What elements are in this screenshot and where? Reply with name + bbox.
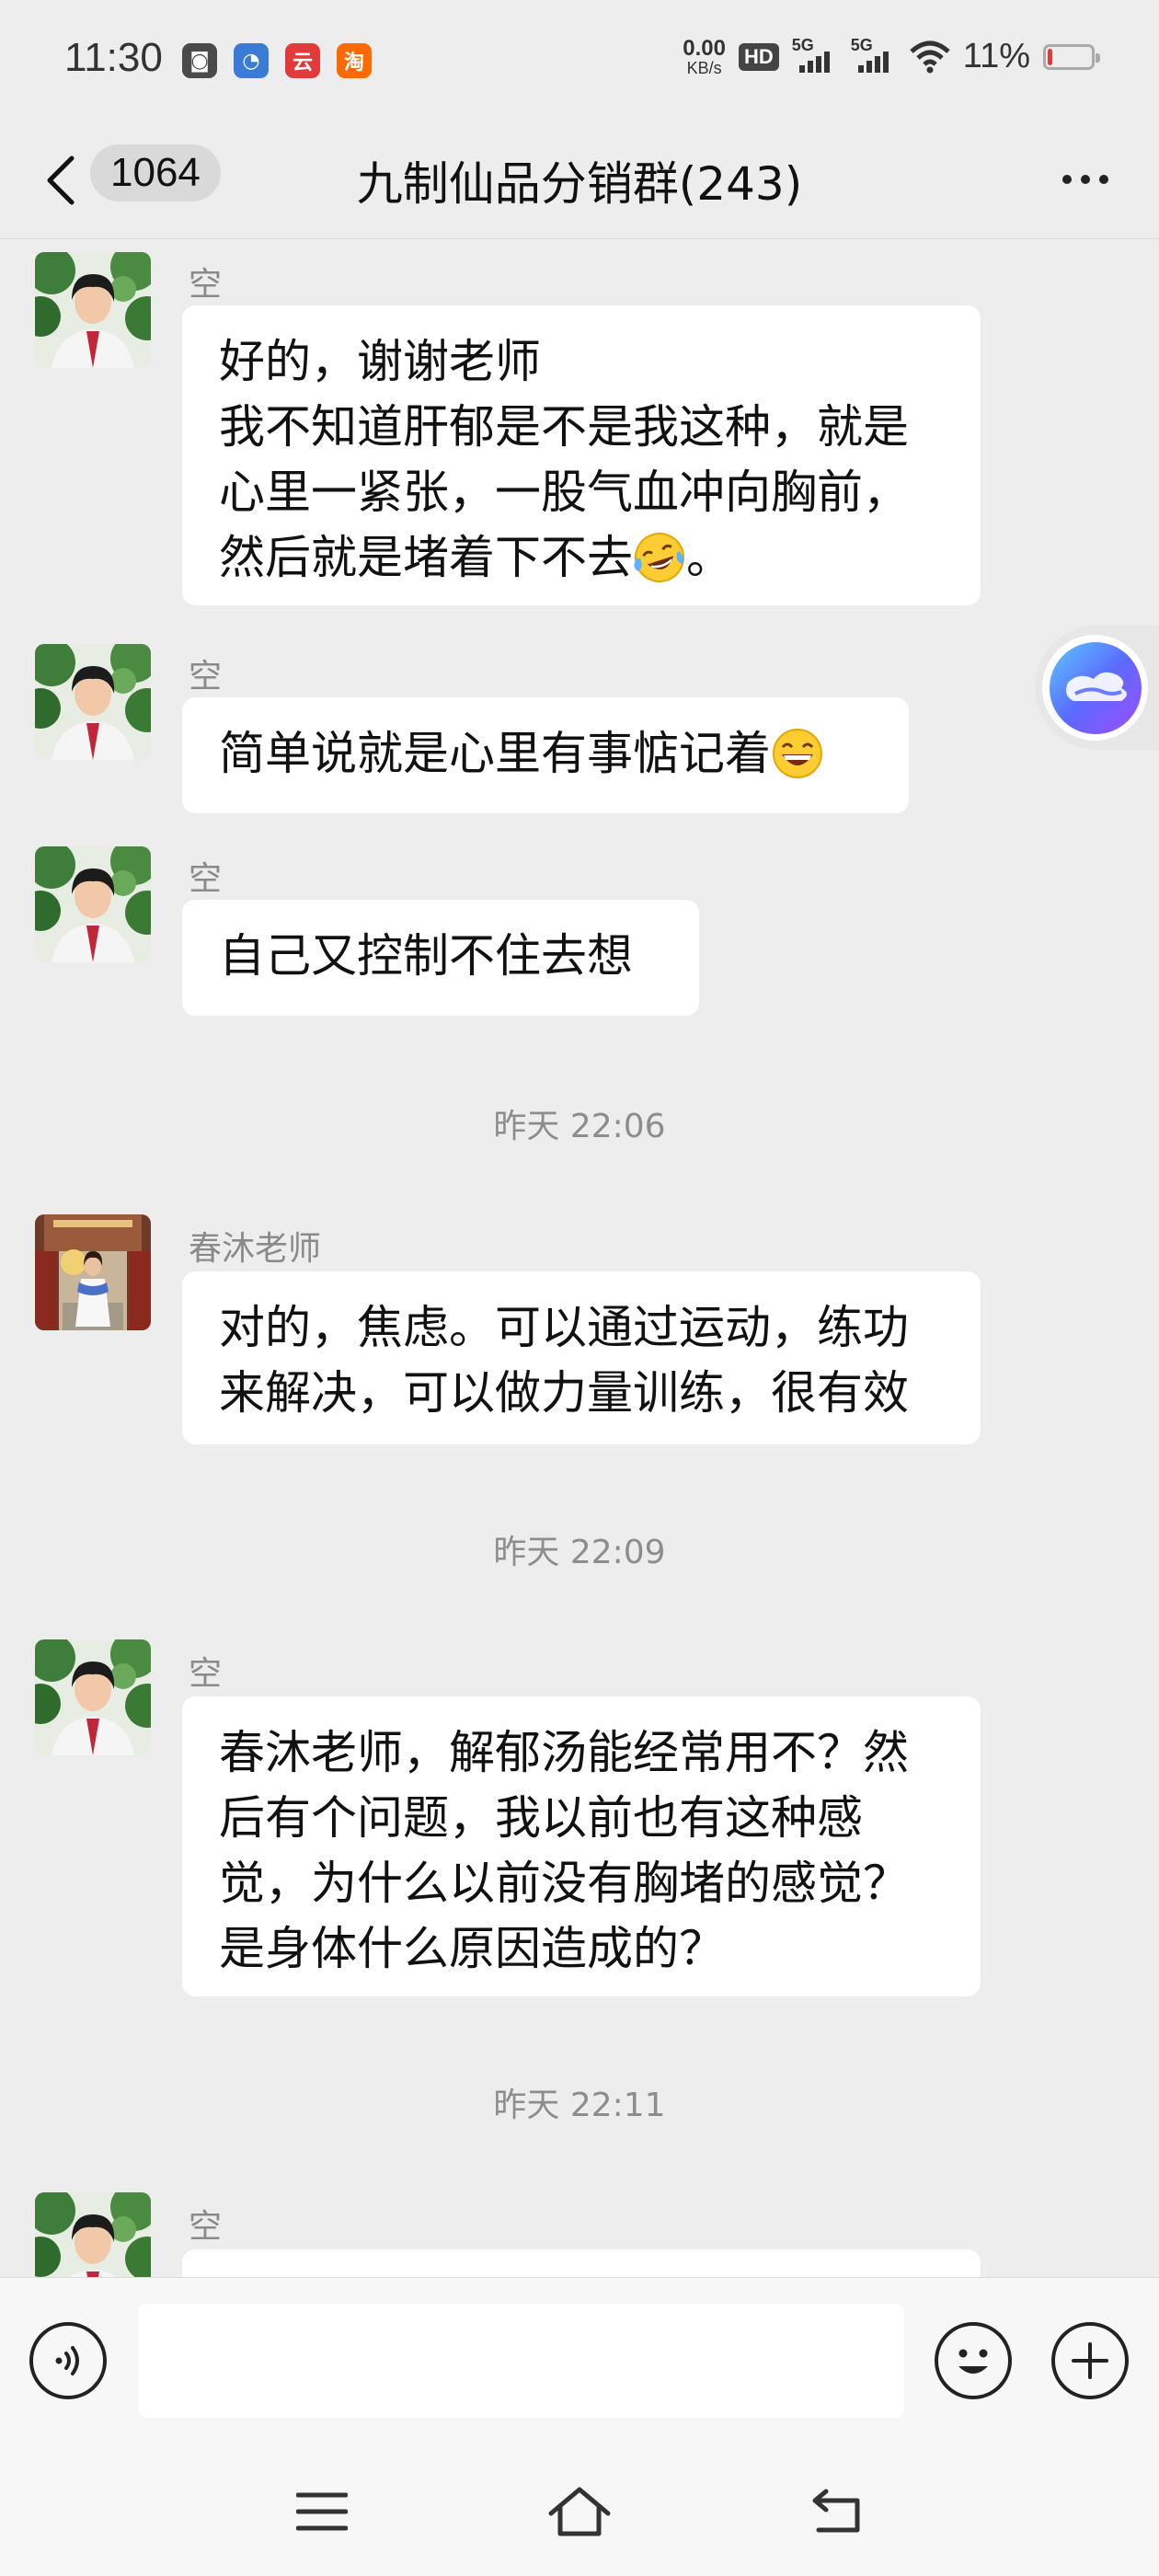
nav-menu-button[interactable] [285, 2479, 359, 2544]
battery-icon [1043, 43, 1100, 70]
user-avatar-image [35, 2192, 151, 2277]
message-bubble[interactable]: 自己又控制不住去想 [182, 900, 699, 1016]
message-text-line: 来解决，可以做力量训练，很有效 [219, 1361, 944, 1426]
home-icon [548, 2487, 611, 2536]
sender-name: 空 [189, 1655, 223, 1693]
teacher-avatar-image [35, 1214, 151, 1330]
status-time: 11:30 [64, 35, 163, 80]
message-text-line: 对的，焦虑。可以通过运动，练功 [219, 1295, 944, 1361]
message-text: 后有个问题，我以前也有这种感 [219, 1791, 863, 1845]
message-text: 对的，焦虑。可以通过运动，练功 [219, 1301, 909, 1354]
sender-avatar[interactable] [35, 1214, 151, 1330]
user-avatar-image [35, 252, 151, 368]
battery-percent: 11% [962, 37, 1030, 75]
system-nav-bar [0, 2443, 1159, 2576]
message-bubble[interactable]: 对的，焦虑。可以通过运动，练功 来解决，可以做力量训练，很有效 [182, 1271, 981, 1444]
network-speed: 0.00 KB/s [683, 35, 726, 77]
message-text: 然后就是堵着下不去 [219, 531, 633, 584]
wifi-icon [910, 40, 950, 73]
message-text: 简单说就是心里有事惦记着 [219, 727, 771, 780]
user-avatar-image [35, 644, 151, 760]
sender-name: 空 [189, 266, 223, 304]
status-app-icons: ◙ ◔ 云淘 [182, 43, 372, 78]
floating-assistant-button[interactable] [1035, 626, 1159, 750]
message-text-line: 是身体什么原因造成的？ [219, 1916, 944, 1982]
status-bar: 11:30 ◙ ◔ 云淘 0.00 KB/s HD 5G 5G 11% [0, 0, 1159, 120]
plus-button[interactable] [1051, 2322, 1129, 2399]
signal-label: 5G [791, 35, 814, 54]
message-text: 心里一紧张，一股气血冲向胸前， [219, 466, 909, 519]
nav-back-button[interactable] [800, 2479, 874, 2544]
message-text-line: 心里一紧张，一股气血冲向胸前， [219, 460, 944, 525]
timestamp-divider: 昨天 22:09 [493, 1534, 666, 1571]
sender-name: 空 [189, 658, 223, 696]
message-list[interactable]: 空好的，谢谢老师 我不知道肝郁是不是我这种，就是 心里一紧张，一股气血冲向胸前， 然后… [0, 239, 1159, 2277]
message-text: 我不知道肝郁是不是我这种，就是 [219, 400, 909, 454]
message-text-line: 我不知道肝郁是不是我这种，就是 [219, 395, 944, 460]
message-text: 来解决，可以做力量训练，很有效 [219, 1366, 909, 1420]
sender-avatar[interactable] [35, 846, 151, 962]
network-speed-unit: KB/s [686, 58, 722, 77]
sender-name: 空 [189, 2208, 223, 2246]
chat-header: 1064 九制仙品分销群(243) [0, 120, 1159, 239]
timestamp-divider: 昨天 22:11 [493, 2087, 666, 2124]
message-text-line: 好的，谢谢老师 [219, 329, 944, 395]
menu-icon [296, 2492, 348, 2531]
signal-label: 5G [850, 35, 873, 54]
emoji-button[interactable] [935, 2322, 1012, 2399]
message-text-line: 自己又控制不住去想 [219, 924, 662, 989]
message-text-line: 简单说就是心里有事惦记着 [219, 721, 872, 787]
chat-title: 九制仙品分销群(243) [356, 157, 803, 211]
sender-avatar[interactable] [35, 1639, 151, 1755]
taobao-app-icon: 淘 [337, 43, 372, 78]
message-text: 是身体什么原因造成的？ [219, 1922, 725, 1975]
sender-avatar[interactable] [35, 252, 151, 368]
user-avatar-image [35, 1639, 151, 1755]
status-indicators: 0.00 KB/s HD 5G 5G 11% [683, 35, 1100, 77]
voice-icon [55, 2346, 79, 2375]
message-text: 自己又控制不住去想 [219, 929, 633, 983]
battery-fill [1048, 48, 1052, 65]
message-text-line: 春沐老师，解郁汤能经常用不？然 [219, 1720, 944, 1786]
message-bubble[interactable]: 春沐老师，解郁汤能经常用不？然 后有个问题，我以前也有这种感 觉，为什么以前没有胸堵… [182, 1696, 981, 1996]
message-text-line: 觉，为什么以前没有胸堵的感觉？ [219, 1851, 944, 1916]
message-bubble[interactable] [182, 2249, 981, 2277]
voice-button[interactable] [29, 2322, 107, 2399]
cloud-assistant-icon [1049, 641, 1142, 734]
assistant-bubble [1042, 635, 1148, 741]
chat-bubble-app-icon: ◔ [234, 43, 269, 78]
message-text: 好的，谢谢老师 [219, 335, 541, 388]
sender-avatar[interactable] [35, 644, 151, 760]
screen-record-icon: ◙ [182, 43, 217, 78]
sender-name: 春沐老师 [189, 1230, 322, 1268]
sender-name: 空 [189, 860, 223, 898]
timestamp-divider: 昨天 22:06 [493, 1108, 666, 1145]
user-avatar-image [35, 846, 151, 962]
signal-icon: 5G [851, 36, 897, 73]
message-text: 觉，为什么以前没有胸堵的感觉？ [219, 1857, 909, 1910]
grin-emoji [773, 728, 822, 778]
more-dot [1099, 175, 1108, 184]
message-bubble[interactable]: 简单说就是心里有事惦记着 [182, 697, 909, 813]
crying-laugh-emoji [634, 532, 684, 582]
more-dot [1062, 175, 1072, 184]
message-text-line: 后有个问题，我以前也有这种感 [219, 1786, 944, 1851]
message-text-line: 然后就是堵着下不去。 [219, 525, 944, 591]
more-dot [1081, 175, 1090, 184]
input-bar [0, 2277, 1159, 2444]
plus-icon [1072, 2342, 1108, 2379]
message-input[interactable] [138, 2304, 904, 2418]
message-bubble[interactable]: 好的，谢谢老师我不知道肝郁是不是我这种，就是 心里一紧张，一股气血冲向胸前， 然后就… [182, 305, 981, 605]
back-arrow-icon [812, 2489, 860, 2533]
smiley-icon [958, 2349, 988, 2374]
more-button[interactable] [1049, 156, 1122, 202]
cloud-app-icon: 云 [285, 43, 320, 78]
network-speed-value: 0.00 [683, 35, 726, 61]
signal-icon: 5G [792, 36, 838, 73]
hd-icon: HD [738, 42, 779, 71]
message-trailing-text: 。 [686, 531, 732, 584]
message-text: 春沐老师，解郁汤能经常用不？然 [219, 1726, 909, 1779]
nav-home-button[interactable] [543, 2479, 616, 2544]
sender-avatar[interactable] [35, 2192, 151, 2277]
